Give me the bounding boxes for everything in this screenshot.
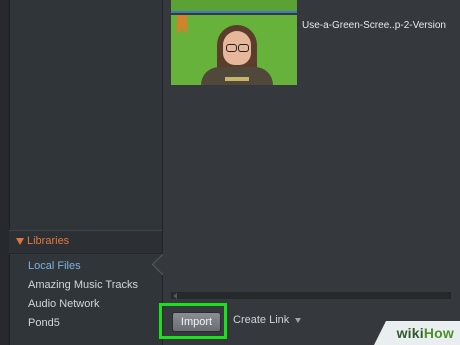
wikihow-logo-wiki: wiki — [396, 325, 424, 341]
media-file-name: Use-a-Green-Scree..p-2-Version — [302, 20, 446, 31]
sidebar-item-pond5[interactable]: Pond5 — [28, 317, 60, 329]
create-link-dropdown[interactable]: Create Link — [233, 314, 302, 326]
sidebar-item-local-files[interactable]: Local Files — [28, 260, 81, 272]
wikihow-logo-how: How — [423, 325, 454, 341]
import-button[interactable]: Import — [172, 312, 221, 332]
wikihow-logo: wikiHow — [397, 325, 454, 341]
thumbnail-person-face — [223, 31, 251, 65]
left-panel-edge — [0, 0, 10, 345]
sidebar-item-audio-network[interactable]: Audio Network — [28, 298, 100, 310]
wikihow-watermark: wikiHow — [374, 321, 460, 345]
libraries-label: Libraries — [27, 235, 70, 247]
left-panel — [0, 0, 162, 345]
libraries-header[interactable]: Libraries — [9, 230, 162, 254]
horizontal-scrollbar[interactable] — [171, 292, 451, 299]
thumbnail-person-shirt — [201, 67, 273, 85]
glasses-right-lens — [238, 44, 249, 52]
create-link-label: Create Link — [233, 314, 290, 326]
media-browser: Use-a-Green-Scree..p-2-Version — [163, 0, 460, 345]
media-thumbnail[interactable] — [171, 15, 297, 85]
collapse-triangle-icon[interactable] — [16, 238, 24, 245]
thumbnail-shirt-print — [225, 77, 249, 81]
chevron-down-icon[interactable] — [295, 317, 302, 323]
bookmark-icon — [177, 15, 187, 34]
scroll-left-arrow-icon[interactable] — [173, 293, 177, 299]
media-thumbnail-previous[interactable] — [171, 0, 297, 13]
glasses-left-lens — [226, 44, 237, 52]
sidebar-item-amazing-music-tracks[interactable]: Amazing Music Tracks — [28, 279, 138, 291]
